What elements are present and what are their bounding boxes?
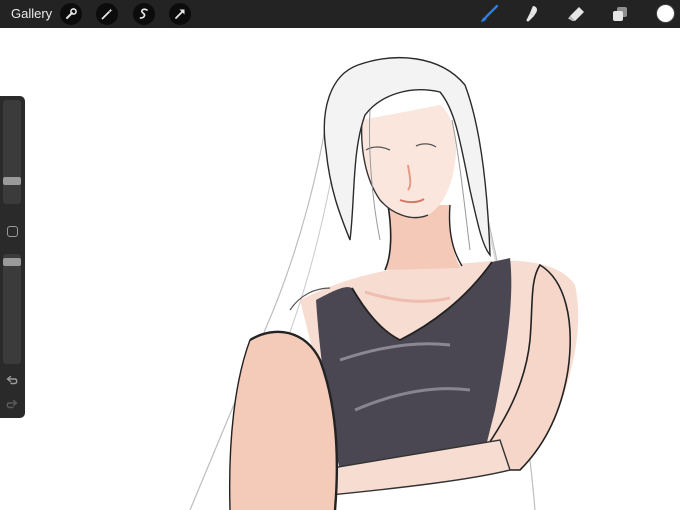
opacity-thumb[interactable] <box>3 258 21 267</box>
adjustments-magic-wand-icon[interactable] <box>96 3 118 25</box>
artwork-illustration <box>189 57 579 510</box>
brush-size-slider[interactable] <box>3 100 21 204</box>
drawing-canvas[interactable] <box>0 28 680 510</box>
smudge-icon[interactable] <box>520 3 544 25</box>
undo-icon[interactable] <box>5 374 19 388</box>
actions-wrench-icon[interactable] <box>60 3 82 25</box>
opacity-slider[interactable] <box>3 254 21 364</box>
redo-icon[interactable] <box>5 398 19 412</box>
color-picker-swatch[interactable] <box>656 4 675 23</box>
modify-square-button[interactable] <box>7 226 18 237</box>
layers-icon[interactable] <box>608 3 632 25</box>
selection-icon[interactable] <box>133 3 155 25</box>
brush-icon[interactable] <box>477 3 501 25</box>
top-toolbar: Gallery <box>0 0 680 28</box>
gallery-button[interactable]: Gallery <box>11 6 52 21</box>
brush-size-thumb[interactable] <box>3 176 21 185</box>
eraser-icon[interactable] <box>564 3 588 25</box>
transform-arrow-icon[interactable] <box>169 3 191 25</box>
sidebar-panel <box>0 96 25 418</box>
